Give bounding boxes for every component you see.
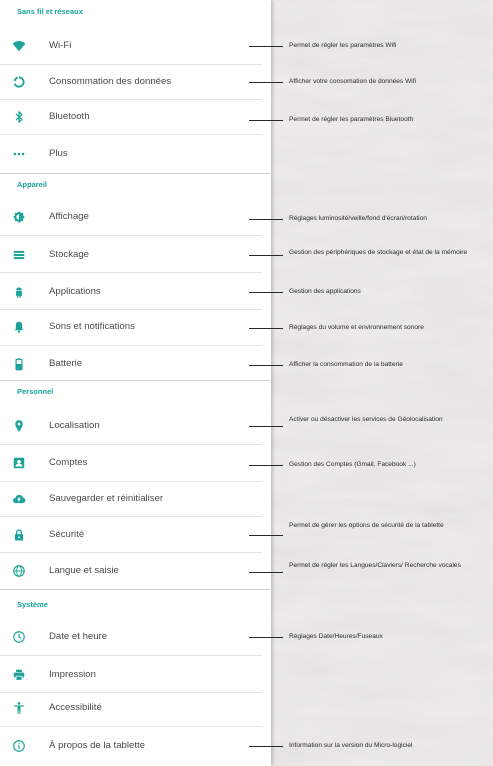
globe-icon bbox=[12, 564, 26, 578]
annotation-language: Permet de régler les Langues/Claviers/ R… bbox=[289, 562, 461, 569]
location-icon bbox=[12, 419, 26, 433]
annotation-storage: Gestion des périphériques de stockage et… bbox=[289, 249, 468, 256]
divider bbox=[0, 552, 262, 553]
annotation-leader-line bbox=[249, 46, 283, 47]
annotation-leader-line bbox=[249, 535, 283, 536]
settings-item-label: Date et heure bbox=[49, 631, 108, 642]
section-divider bbox=[0, 380, 270, 381]
settings-item-label: Langue et saisie bbox=[49, 565, 119, 576]
annotation-accounts: Gestion des Comptes (Gmail, Facebook ...… bbox=[289, 461, 416, 468]
annotation-leader-line bbox=[249, 120, 283, 121]
settings-item-label: Accessibilité bbox=[49, 702, 102, 713]
settings-item-label: Applications bbox=[49, 286, 101, 297]
divider bbox=[0, 309, 262, 310]
more-icon bbox=[12, 147, 26, 161]
annotation-leader-line bbox=[249, 465, 283, 466]
info-icon bbox=[12, 739, 26, 753]
annotation-location: Activer ou désactiver les services de Gé… bbox=[289, 416, 443, 423]
annotation-leader-line bbox=[249, 637, 283, 638]
annotation-display: Réglages luminosité/veille/fond d'écran/… bbox=[289, 215, 427, 222]
divider bbox=[0, 516, 262, 517]
annotation-leader-line bbox=[249, 572, 283, 573]
section-header-personal: Personnel bbox=[17, 387, 54, 396]
annotation-wifi: Permet de régler les paramètres Wifi bbox=[289, 42, 397, 49]
settings-item-label: Stockage bbox=[49, 249, 90, 260]
divider bbox=[0, 235, 262, 236]
settings-item-label: Plus bbox=[49, 148, 68, 159]
annotation-leader-line bbox=[249, 365, 283, 366]
wifi-icon bbox=[12, 39, 26, 53]
section-header-wireless: Sans fil et réseaux bbox=[17, 7, 83, 16]
divider bbox=[0, 272, 262, 273]
bluetooth-icon bbox=[12, 110, 26, 124]
accessibility-icon bbox=[12, 701, 26, 715]
settings-item-label: Wi-Fi bbox=[49, 40, 72, 51]
storage-icon bbox=[12, 248, 26, 262]
section-divider bbox=[0, 173, 270, 174]
settings-panel: Sans fil et réseaux Wi-Fi Consommation d… bbox=[0, 0, 271, 766]
clock-icon bbox=[12, 630, 26, 644]
divider bbox=[0, 345, 262, 346]
annotation-leader-line bbox=[249, 328, 283, 329]
battery-icon bbox=[12, 357, 26, 371]
settings-item-label: Batterie bbox=[49, 358, 83, 369]
annotation-leader-line bbox=[249, 292, 283, 293]
annotation-about: Information sur la version du Micro-logi… bbox=[289, 742, 413, 749]
printer-icon bbox=[12, 668, 26, 682]
annotation-sounds: Réglages du volume et environnement sono… bbox=[289, 324, 424, 331]
settings-item-label: Consommation des données bbox=[49, 76, 172, 87]
annotation-leader-line bbox=[249, 219, 283, 220]
divider bbox=[0, 99, 262, 100]
brightness-icon bbox=[12, 210, 26, 224]
settings-item-label: Sécurité bbox=[49, 529, 85, 540]
divider bbox=[0, 655, 262, 656]
annotation-leader-line bbox=[249, 255, 283, 256]
settings-item-label: Sauvegarder et réinitialiser bbox=[49, 493, 164, 504]
section-header-device: Appareil bbox=[17, 180, 48, 189]
annotation-leader-line bbox=[249, 82, 283, 83]
settings-item-label: À propos de la tablette bbox=[49, 740, 146, 751]
divider bbox=[0, 444, 262, 445]
settings-item-label: Impression bbox=[49, 669, 96, 680]
section-divider bbox=[0, 589, 270, 590]
cloud-upload-icon bbox=[12, 492, 26, 506]
annotation-applications: Gestion des applications bbox=[289, 288, 361, 295]
annotation-bluetooth: Permet de régler les paramètres Bluetoot… bbox=[289, 116, 414, 123]
account-icon bbox=[12, 456, 26, 470]
divider bbox=[0, 692, 262, 693]
annotation-security: Permet de gérer les options de sécurité … bbox=[289, 522, 444, 529]
data-usage-icon bbox=[12, 75, 26, 89]
annotation-battery: Afficher la consommation de la batterie bbox=[289, 361, 403, 368]
bell-icon bbox=[12, 320, 26, 334]
divider bbox=[0, 134, 262, 135]
settings-item-label: Affichage bbox=[49, 211, 89, 222]
annotation-data-usage: Afficher votre consomation de données Wi… bbox=[289, 78, 417, 85]
android-icon bbox=[12, 285, 26, 299]
settings-item-label: Bluetooth bbox=[49, 111, 90, 122]
annotation-date-time: Réglages Date/Heures/Fuseaux bbox=[289, 633, 383, 640]
lock-icon bbox=[12, 528, 26, 542]
divider bbox=[0, 481, 262, 482]
divider bbox=[0, 726, 262, 727]
settings-item-label: Localisation bbox=[49, 420, 100, 431]
section-header-system: Système bbox=[17, 600, 48, 609]
annotation-leader-line bbox=[249, 426, 283, 427]
settings-item-label: Sons et notifications bbox=[49, 321, 135, 332]
annotation-leader-line bbox=[249, 746, 283, 747]
divider bbox=[0, 64, 262, 65]
settings-item-label: Comptes bbox=[49, 457, 88, 468]
